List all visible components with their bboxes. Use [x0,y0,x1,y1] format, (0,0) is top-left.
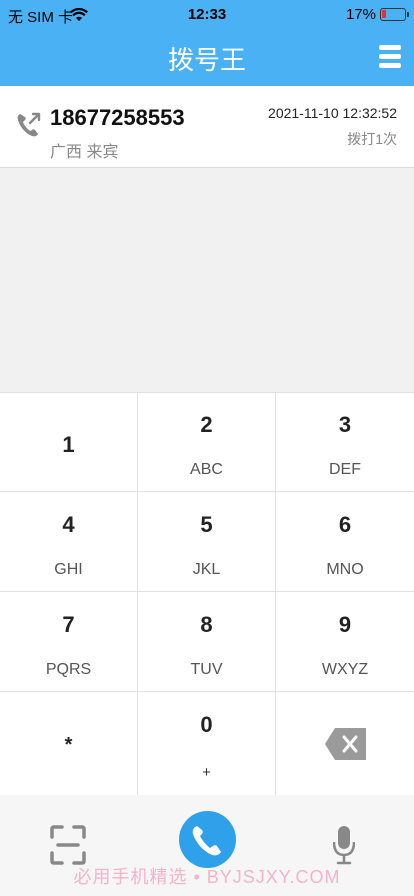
bottom-toolbar: 必用手机精选 • BYJSJXY.COM [0,795,414,896]
key-letters: WXYZ [321,661,369,678]
status-bar: 无 SIM 卡 12:33 17% [0,0,414,30]
dial-keypad: 1 2 ABC 3 DEF 4 GHI 5 JKL 6 MNO 7 PQRS 8… [0,392,414,795]
call-datetime: 2021-11-10 12:32:52 [268,105,397,121]
call-count: 拨打1次 [347,131,397,147]
battery-percent: 17% [345,6,376,23]
key-digit: 3 [338,412,352,437]
microphone-icon[interactable] [333,825,355,865]
key-digit: 0 [200,712,213,737]
app-header: 无 SIM 卡 12:33 17% 拨号王 [0,0,414,86]
key-letters: DEF [329,461,361,478]
watermark: 必用手机精选 • BYJSJXY.COM [73,867,341,887]
key-letters: + [202,764,211,781]
key-9[interactable]: 9 WXYZ [276,592,414,692]
key-3[interactable]: 3 DEF [276,392,414,492]
key-5[interactable]: 5 JKL [138,492,276,592]
key-star[interactable]: * [0,692,138,795]
key-digit: 4 [62,512,75,537]
key-letters: JKL [192,561,221,578]
call-button[interactable] [179,811,236,868]
key-letters: ABC [190,461,223,478]
phone-icon [192,826,221,856]
key-digit: 6 [338,512,352,537]
key-0[interactable]: 0 + [138,692,276,795]
scan-icon[interactable] [50,825,86,865]
call-number: 18677258553 [50,105,185,130]
menu-icon[interactable] [379,45,401,69]
key-7[interactable]: 7 PQRS [0,592,138,692]
key-digit: 8 [200,612,213,637]
battery-icon [380,8,409,21]
key-digit: 9 [338,612,352,637]
outgoing-call-icon [17,112,41,137]
key-6[interactable]: 6 MNO [276,492,414,592]
call-history-item[interactable]: 18677258553 广西 来宾 2021-11-10 12:32:52 拨打… [0,86,414,168]
key-digit: 1 [62,432,75,457]
key-8[interactable]: 8 TUV [138,592,276,692]
page-title: 拨号王 [167,45,246,75]
key-digit: 2 [200,412,213,437]
key-digit: 7 [62,612,75,637]
key-letters: MNO [326,561,364,578]
key-digit: 5 [200,512,213,537]
backspace-icon [325,728,366,760]
key-2[interactable]: 2 ABC [138,392,276,492]
key-digit: * [64,734,73,756]
key-1[interactable]: 1 [0,392,138,492]
call-location: 广西 来宾 [50,144,119,161]
backspace-button[interactable] [276,692,414,795]
key-letters: TUV [190,661,223,678]
key-letters: GHI [54,561,83,578]
battery-fill [382,10,386,18]
key-letters: PQRS [45,661,92,678]
key-4[interactable]: 4 GHI [0,492,138,592]
